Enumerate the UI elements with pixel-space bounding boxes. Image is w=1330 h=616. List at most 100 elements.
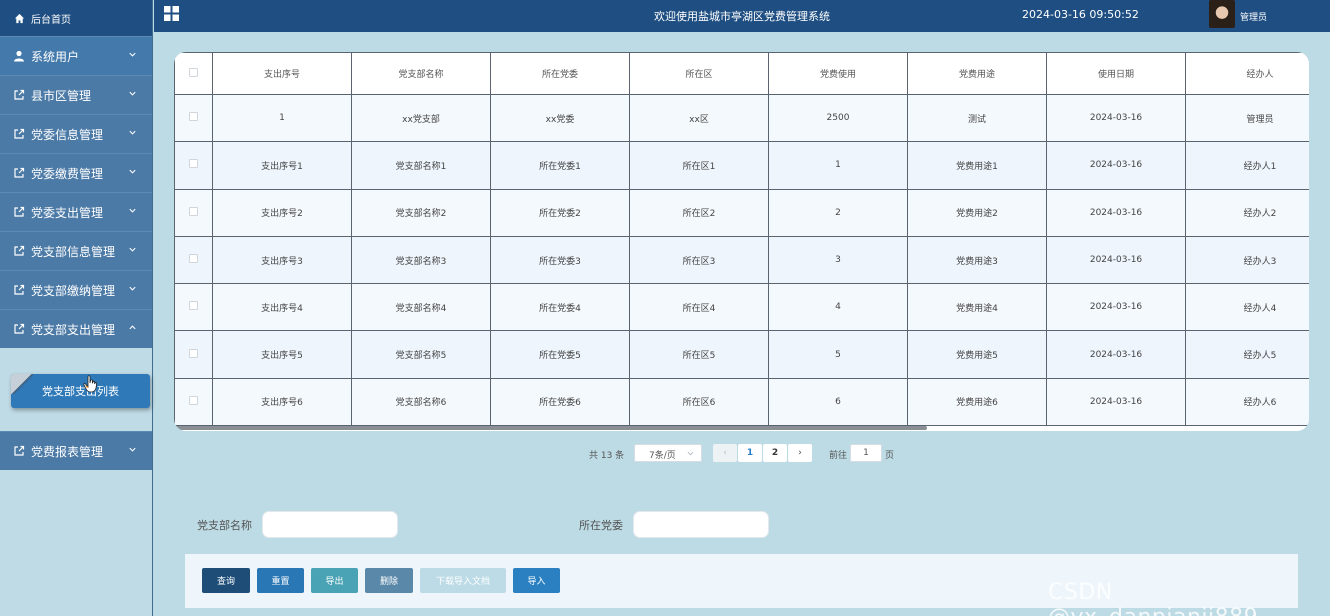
download-template-button[interactable]: 下载导入文档 [420, 568, 506, 593]
table-row[interactable]: 支出序号6 党支部名称6 所在党委6 所在区6 6 党费用途6 2024-03-16 经办人6 [174, 377, 1309, 427]
sidebar-item-label: 党支部缴纳管理 [31, 283, 116, 298]
table-row[interactable]: 支出序号2 党支部名称2 所在党委2 所在区2 2 党费用途2 2024-03-16 经办人2 [174, 188, 1309, 237]
delete-button[interactable]: 删除 [365, 568, 413, 593]
table-cell: 党支部名称3 [351, 235, 491, 285]
branch-name-label: 党支部名称 [197, 519, 252, 532]
prev-page-button[interactable]: ‹ [713, 444, 737, 462]
avatar[interactable] [1209, 0, 1235, 28]
goto-page-input[interactable]: 1 [850, 444, 882, 462]
submenu: 党支部支出列表 [0, 348, 152, 431]
table-row[interactable]: 支出序号5 党支部名称5 所在党委5 所在区5 5 党费用途5 2024-03-16 经办人5 [174, 330, 1309, 379]
table-row[interactable]: 支出序号1 党支部名称1 所在党委1 所在区1 1 党费用途1 2024-03-16 经办人1 [174, 141, 1309, 190]
sidebar-item-0[interactable]: 系统用户 [0, 36, 152, 75]
row-checkbox[interactable] [189, 395, 198, 405]
column-header: 党费使用 [768, 52, 908, 95]
table-cell: xx党委 [490, 93, 630, 143]
table-cell: 经办人3 [1185, 235, 1309, 285]
table-cell: 2024-03-16 [1046, 188, 1186, 237]
sidebar-item-3[interactable]: 党委缴费管理 [0, 153, 152, 192]
chevron-down-icon [129, 208, 136, 213]
hand-cursor-icon [83, 375, 98, 393]
sidebar-item-4[interactable]: 党委支出管理 [0, 192, 152, 231]
table-cell: 支出序号5 [212, 330, 352, 379]
share-icon [14, 128, 25, 139]
row-checkbox[interactable] [189, 159, 198, 169]
row-checkbox[interactable] [189, 301, 198, 311]
chevron-down-icon [129, 247, 136, 252]
home-label: 后台首页 [31, 14, 71, 26]
table-cell: 2024-03-16 [1046, 235, 1186, 285]
table-row[interactable]: 支出序号4 党支部名称4 所在党委4 所在区4 4 党费用途4 2024-03-16 经办人4 [174, 283, 1309, 332]
table-cell: 6 [768, 377, 908, 427]
sidebar-item-7[interactable]: 党支部支出管理 [0, 309, 152, 348]
next-page-button[interactable]: › [788, 444, 812, 462]
sidebar-item-label: 党委信息管理 [31, 127, 104, 142]
table-cell: 所在党委1 [490, 141, 630, 190]
table-cell: 所在党委6 [490, 377, 630, 427]
page-button-1[interactable]: 1 [738, 444, 762, 462]
branch-name-input[interactable] [262, 511, 398, 538]
chevron-down-icon [687, 451, 694, 456]
table-cell: 测试 [907, 93, 1047, 143]
query-button[interactable]: 查询 [202, 568, 250, 593]
table-cell: 1 [768, 141, 908, 190]
page-size-value: 7条/页 [649, 451, 676, 461]
row-checkbox[interactable] [189, 254, 198, 264]
row-checkbox[interactable] [189, 348, 198, 358]
party-committee-label: 所在党委 [579, 519, 623, 532]
share-icon [14, 245, 25, 256]
sidebar-item-1[interactable]: 县市区管理 [0, 75, 152, 114]
table-cell: 经办人2 [1185, 188, 1309, 237]
current-datetime: 2024-03-16 09:50:52 [1022, 8, 1139, 21]
table-cell: 2500 [768, 93, 908, 143]
sidebar-item-label: 党支部信息管理 [31, 244, 116, 259]
row-checkbox[interactable] [189, 206, 198, 216]
chevron-down-icon [129, 169, 136, 174]
table-cell: 支出序号2 [212, 188, 352, 237]
expense-table: 支出序号 党支部名称 所在党委 所在区 党费使用 党费用途 使用日期 经办人 1 xx党支部 xx… [174, 52, 1309, 427]
page-button-2[interactable]: 2 [763, 444, 787, 462]
table-cell: 所在区3 [629, 235, 769, 285]
select-all-checkbox[interactable] [189, 67, 198, 77]
reset-button[interactable]: 重置 [257, 568, 304, 593]
table-row[interactable]: 1 xx党支部 xx党委 xx区 2500 测试 2024-03-16 管理员 [174, 93, 1309, 143]
table-cell: 党费用途3 [907, 235, 1047, 285]
menu-grid-icon[interactable] [164, 6, 179, 21]
table-row[interactable]: 支出序号3 党支部名称3 所在党委3 所在区3 3 党费用途3 2024-03-16 经办人3 [174, 235, 1309, 285]
table-card: 支出序号 党支部名称 所在党委 所在区 党费使用 党费用途 使用日期 经办人 1 xx党支部 xx… [174, 52, 1309, 431]
table-cell: 所在党委4 [490, 283, 630, 332]
sidebar-item-6[interactable]: 党支部缴纳管理 [0, 270, 152, 309]
table-cell: 2024-03-16 [1046, 93, 1186, 143]
table-cell: 所在党委2 [490, 188, 630, 237]
table-cell: xx区 [629, 93, 769, 143]
sidebar-item-2[interactable]: 党委信息管理 [0, 114, 152, 153]
column-header: 党费用途 [907, 52, 1047, 95]
sidebar-subitem-branch-expense-list[interactable]: 党支部支出列表 [11, 374, 150, 408]
user-name[interactable]: 管理员 [1240, 10, 1267, 23]
select-all-header [174, 52, 213, 95]
chevron-up-icon [129, 325, 136, 330]
page-size-select[interactable]: 7条/页 [634, 444, 702, 462]
import-button[interactable]: 导入 [513, 568, 560, 593]
column-header: 党支部名称 [351, 52, 491, 95]
table-cell: 党支部名称5 [351, 330, 491, 379]
export-button[interactable]: 导出 [311, 568, 358, 593]
table-cell: 所在区4 [629, 283, 769, 332]
table-cell: 所在党委5 [490, 330, 630, 379]
table-cell: 2024-03-16 [1046, 141, 1186, 190]
home-link[interactable]: 后台首页 [0, 0, 152, 36]
party-committee-input[interactable] [633, 511, 769, 538]
chevron-down-icon [129, 286, 136, 291]
share-icon [14, 323, 25, 334]
sidebar-item-5[interactable]: 党支部信息管理 [0, 231, 152, 270]
table-cell: 党费用途1 [907, 141, 1047, 190]
chevron-down-icon [129, 91, 136, 96]
horizontal-scrollbar[interactable] [174, 426, 927, 430]
share-icon [14, 167, 25, 178]
share-icon [14, 284, 25, 295]
row-checkbox[interactable] [189, 112, 198, 122]
watermark: CSDN @vx_danpianji889 [1048, 580, 1258, 616]
row-select-cell [174, 377, 213, 427]
table-cell: 党费用途4 [907, 283, 1047, 332]
table-cell: 党支部名称6 [351, 377, 491, 427]
